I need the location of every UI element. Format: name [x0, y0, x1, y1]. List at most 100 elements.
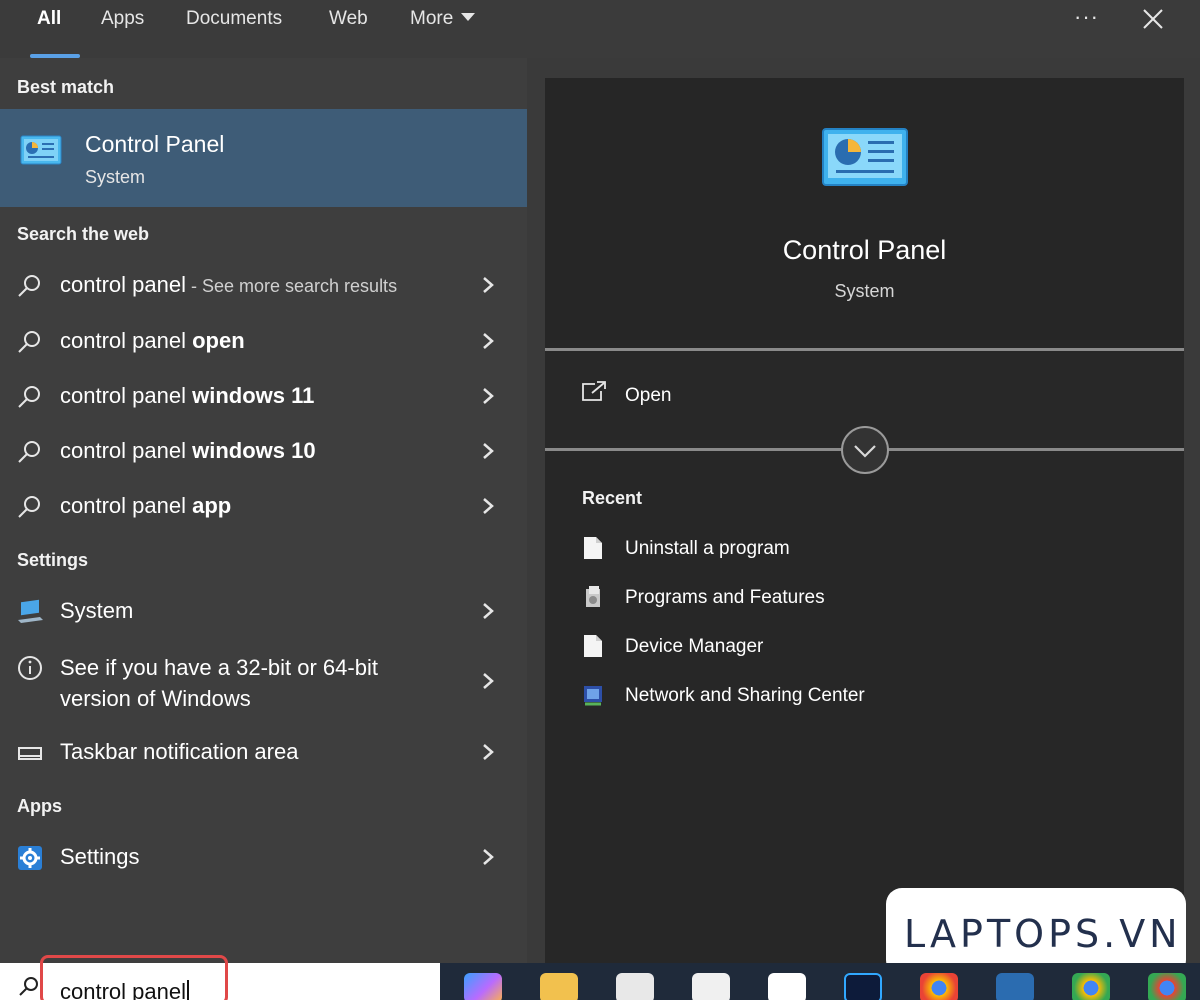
chevron-right-icon [483, 443, 494, 459]
settings-result-system[interactable]: System [0, 584, 527, 639]
web-result-text: control panel [60, 438, 193, 463]
web-result-label: control panel windows 11 [60, 383, 314, 409]
tab-web[interactable]: Web [329, 8, 368, 30]
file-explorer-icon[interactable] [540, 973, 578, 1000]
recent-header: Recent [582, 488, 643, 508]
chevron-right-icon [483, 277, 494, 293]
recent-item-label: Network and Sharing Center [625, 685, 865, 706]
tab-apps[interactable]: Apps [101, 8, 144, 30]
app-result-settings[interactable]: Settings [0, 830, 527, 885]
info-icon [18, 656, 42, 680]
web-result-text: control panel [60, 493, 193, 518]
chevron-right-icon [483, 744, 494, 760]
chrome-icon[interactable] [920, 973, 958, 1000]
search-icon [18, 441, 40, 463]
tab-more-label: More [410, 8, 454, 29]
gear-icon [18, 846, 42, 870]
tab-all[interactable]: All [37, 8, 61, 30]
settings-result-bitness[interactable]: See if you have a 32-bit or 64-bit versio… [0, 640, 527, 722]
settings-result-line1: See if you have a 32-bit or 64-bit [60, 655, 378, 680]
recent-item[interactable]: Programs and Features [581, 583, 1141, 615]
chevron-right-icon [483, 603, 494, 619]
settings-result-line2: version of Windows [60, 686, 251, 711]
search-tab-bar: All Apps Documents Web More ··· [0, 0, 1200, 58]
web-result-bold: windows 10 [192, 438, 316, 463]
web-result-item[interactable]: control panel app [0, 479, 527, 534]
preview-subtitle: System [834, 281, 895, 301]
tab-more[interactable]: More [410, 8, 476, 30]
open-label: Open [625, 385, 672, 406]
taskbar-icon [18, 747, 42, 760]
web-result-item[interactable]: control panel windows 10 [0, 424, 527, 479]
expand-button[interactable] [841, 426, 889, 474]
recent-item[interactable]: Device Manager [581, 632, 1141, 664]
web-result-item[interactable]: control panel - See more search results [0, 258, 527, 313]
microsoft-store-icon[interactable] [616, 973, 654, 1000]
apps-header: Apps [17, 796, 62, 816]
web-result-bold: windows 11 [192, 383, 315, 408]
web-result-bold: open [192, 328, 245, 353]
chevron-down-icon [461, 13, 476, 21]
chevron-right-icon [483, 498, 494, 514]
preview-title: Control Panel [782, 235, 947, 265]
app-icon[interactable] [692, 973, 730, 1000]
chevron-right-icon [483, 388, 494, 404]
results-pane: Best match Control Panel System Search t… [0, 58, 527, 963]
photoshop-icon[interactable] [844, 973, 882, 1000]
ellipsis-icon[interactable]: ··· [1074, 4, 1099, 30]
recent-item-label: Programs and Features [625, 587, 825, 608]
best-match-item[interactable]: Control Panel System [0, 109, 527, 207]
chrome-icon[interactable] [1148, 973, 1186, 1000]
control-panel-icon [822, 128, 908, 186]
zalo-icon[interactable] [768, 973, 806, 1000]
control-panel-icon [20, 135, 62, 165]
app-result-label: Settings [60, 844, 140, 869]
best-match-title: Control Panel [85, 131, 225, 157]
settings-result-label: See if you have a 32-bit or 64-bit versio… [60, 652, 378, 714]
watermark-text: LAPTOPS.VN [904, 912, 1182, 956]
close-icon[interactable] [1140, 6, 1166, 32]
chrome-icon[interactable] [1072, 973, 1110, 1000]
network-icon [584, 686, 602, 706]
taskbar: control panel [0, 955, 1200, 1000]
recent-item[interactable]: Uninstall a program [581, 534, 1141, 566]
app-icon[interactable] [996, 973, 1034, 1000]
web-result-item[interactable]: control panel open [0, 314, 527, 369]
best-match-subtitle: System [85, 167, 146, 187]
search-icon [19, 977, 38, 996]
tab-documents[interactable]: Documents [186, 8, 282, 30]
highlight-box [40, 955, 228, 1000]
web-result-text: control panel [60, 272, 186, 297]
search-icon [18, 331, 40, 353]
chevron-right-icon [483, 673, 494, 689]
divider [545, 348, 1184, 351]
open-external-icon [582, 381, 606, 401]
web-result-label: control panel app [60, 493, 231, 519]
settings-result-label: Taskbar notification area [60, 739, 299, 764]
laptop-icon [18, 599, 43, 623]
search-icon [18, 496, 40, 518]
document-icon [584, 537, 602, 559]
search-icon [18, 386, 40, 408]
web-result-label: control panel - See more search results [60, 272, 397, 298]
settings-header: Settings [17, 550, 89, 570]
recent-item-label: Uninstall a program [625, 538, 790, 559]
settings-result-taskbar[interactable]: Taskbar notification area [0, 725, 527, 780]
web-result-label: control panel windows 10 [60, 438, 316, 464]
document-icon [584, 635, 602, 657]
recent-item[interactable]: Network and Sharing Center [581, 681, 1141, 713]
chevron-right-icon [483, 333, 494, 349]
chevron-right-icon [483, 849, 494, 865]
web-result-item[interactable]: control panel windows 11 [0, 369, 527, 424]
web-result-bold: app [192, 493, 232, 518]
search-web-header: Search the web [17, 224, 150, 244]
web-result-label: control panel open [60, 328, 245, 354]
programs-icon [586, 586, 600, 607]
preview-pane: Control Panel System Open Recent Uninsta… [545, 78, 1184, 963]
chevron-down-icon [854, 445, 876, 458]
copilot-icon[interactable] [464, 973, 502, 1000]
web-result-text: control panel [60, 328, 193, 353]
recent-item-label: Device Manager [625, 636, 764, 657]
web-result-text: control panel [60, 383, 193, 408]
web-result-hint: - See more search results [185, 276, 398, 296]
